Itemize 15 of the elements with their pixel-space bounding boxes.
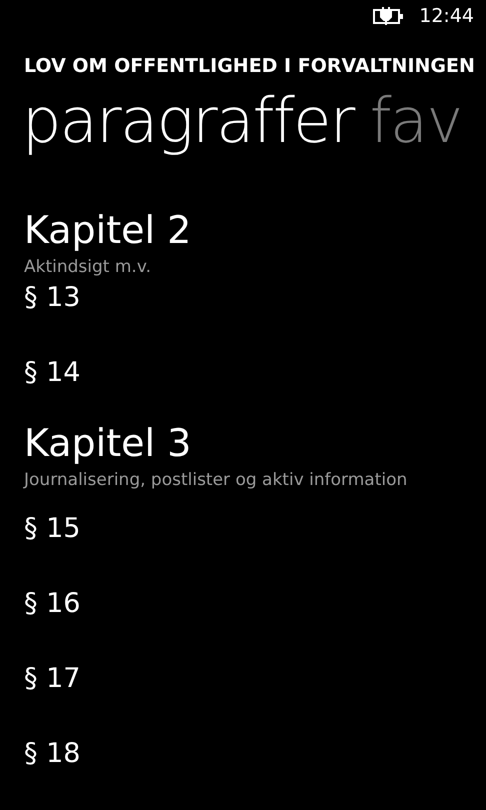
section-link[interactable]: § 14 [24,356,80,390]
section-link[interactable]: § 13 [24,280,80,314]
chapter-subtitle: Journalisering, postlister og aktiv information [24,468,408,492]
app-title: LOV OM OFFENTLIGHED I FORVALTNINGEN [24,54,476,79]
pivot-tab[interactable]: paragraffer [22,82,354,158]
section-link[interactable]: § 18 [24,736,80,770]
chapter-subtitle: Aktindsigt m.v. [24,256,151,278]
clock-time: 12:44 [419,4,474,29]
chapter-heading: Kapitel 2 [24,206,192,254]
section-link[interactable]: § 16 [24,586,80,620]
chapter-heading: Kapitel 3 [24,420,192,466]
section-link[interactable]: § 17 [24,662,80,696]
battery-charging-icon [373,7,406,25]
section-link[interactable]: § 15 [24,512,80,546]
pivot-tab[interactable]: fav [370,82,462,158]
